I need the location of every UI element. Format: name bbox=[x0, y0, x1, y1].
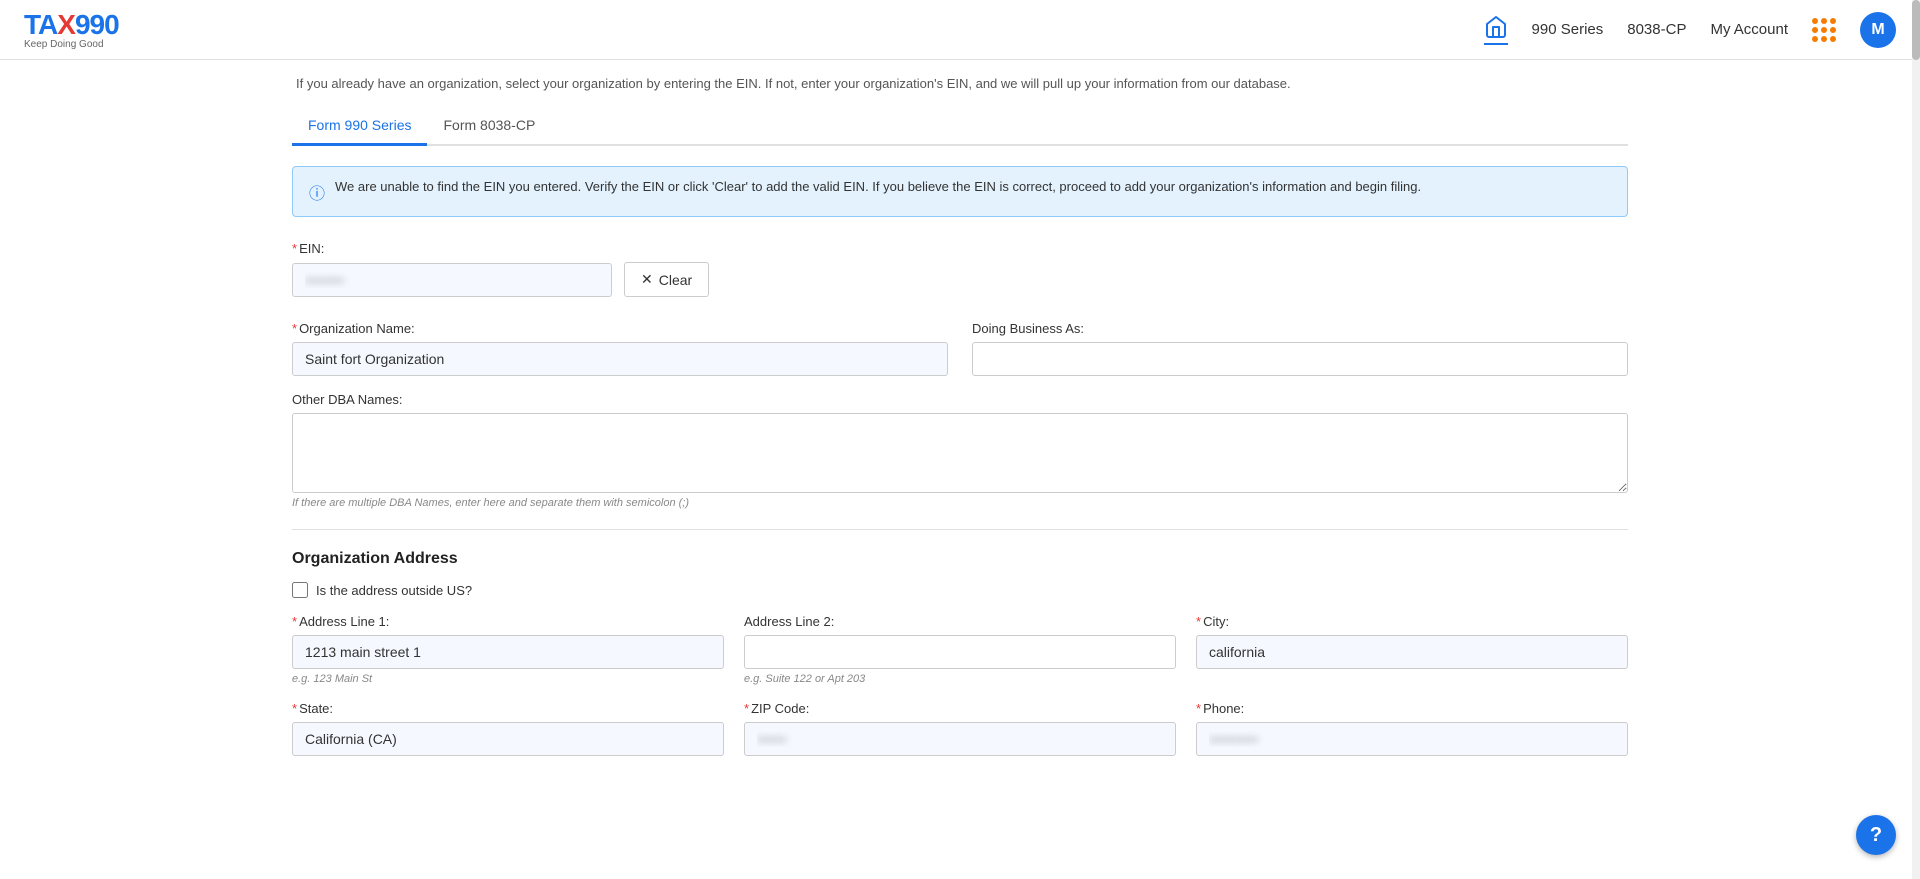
clear-button[interactable]: ✕ Clear bbox=[624, 262, 709, 297]
zip-input[interactable] bbox=[744, 722, 1176, 756]
city-input[interactable] bbox=[1196, 635, 1628, 669]
logo-tax: TA bbox=[24, 9, 57, 40]
address-title: Organization Address bbox=[292, 550, 1628, 568]
grid-dot bbox=[1821, 27, 1827, 33]
org-name-label: *Organization Name: bbox=[292, 321, 948, 336]
tab-8038-cp[interactable]: Form 8038-CP bbox=[427, 107, 551, 146]
grid-dot bbox=[1830, 18, 1836, 24]
8038-cp-nav-link[interactable]: 8038-CP bbox=[1627, 21, 1686, 38]
ein-input[interactable] bbox=[292, 263, 612, 297]
apps-grid-icon[interactable] bbox=[1812, 18, 1836, 42]
address1-label: *Address Line 1: bbox=[292, 614, 724, 629]
logo-tagline: Keep Doing Good bbox=[24, 39, 104, 50]
grid-dot bbox=[1812, 27, 1818, 33]
logo-text: TAX990 bbox=[24, 9, 119, 41]
grid-dot bbox=[1812, 18, 1818, 24]
dba-group: Doing Business As: bbox=[972, 321, 1628, 376]
address1-group: *Address Line 1: e.g. 123 Main St bbox=[292, 614, 724, 685]
address2-label: Address Line 2: bbox=[744, 614, 1176, 629]
info-icon: ⓘ bbox=[309, 180, 325, 204]
990-series-nav-link[interactable]: 990 Series bbox=[1532, 21, 1604, 38]
dba-input[interactable] bbox=[972, 342, 1628, 376]
grid-dot bbox=[1812, 36, 1818, 42]
dba-hint: If there are multiple DBA Names, enter h… bbox=[292, 497, 1628, 509]
required-star: * bbox=[292, 241, 297, 256]
x-icon: ✕ bbox=[641, 271, 653, 288]
phone-input[interactable] bbox=[1196, 722, 1628, 756]
header-nav: 990 Series 8038-CP My Account M bbox=[1484, 12, 1896, 48]
address1-hint: e.g. 123 Main St bbox=[292, 673, 724, 685]
grid-dot bbox=[1830, 27, 1836, 33]
address2-group: Address Line 2: e.g. Suite 122 or Apt 20… bbox=[744, 614, 1176, 685]
outside-us-row: Is the address outside US? bbox=[292, 582, 1628, 598]
org-name-input[interactable] bbox=[292, 342, 948, 376]
home-nav-icon[interactable] bbox=[1484, 15, 1508, 45]
tab-990-series[interactable]: Form 990 Series bbox=[292, 107, 427, 146]
alert-box: ⓘ We are unable to find the EIN you ente… bbox=[292, 166, 1628, 217]
state-label: *State: bbox=[292, 701, 724, 716]
org-name-group: *Organization Name: bbox=[292, 321, 948, 376]
address2-hint: e.g. Suite 122 or Apt 203 bbox=[744, 673, 1176, 685]
address-grid-row1: *Address Line 1: e.g. 123 Main St Addres… bbox=[292, 614, 1628, 685]
address2-input[interactable] bbox=[744, 635, 1176, 669]
zip-group: *ZIP Code: bbox=[744, 701, 1176, 756]
other-dba-group: Other DBA Names: If there are multiple D… bbox=[292, 392, 1628, 509]
address-section: Organization Address Is the address outs… bbox=[292, 550, 1628, 756]
other-dba-textarea[interactable] bbox=[292, 413, 1628, 493]
main-content: If you already have an organization, sel… bbox=[260, 60, 1660, 812]
outside-us-checkbox[interactable] bbox=[292, 582, 308, 598]
state-input[interactable] bbox=[292, 722, 724, 756]
ein-label: *EIN: bbox=[292, 241, 1628, 256]
ein-section: *EIN: ✕ Clear bbox=[292, 241, 1628, 297]
info-bar: If you already have an organization, sel… bbox=[292, 76, 1628, 91]
other-dba-label: Other DBA Names: bbox=[292, 392, 1628, 407]
header: TAX990 Keep Doing Good 990 Series 8038-C… bbox=[0, 0, 1920, 60]
logo: TAX990 Keep Doing Good bbox=[24, 9, 119, 50]
city-label: *City: bbox=[1196, 614, 1628, 629]
grid-dot bbox=[1821, 36, 1827, 42]
logo-990: 990 bbox=[75, 9, 119, 40]
alert-message: We are unable to find the EIN you entere… bbox=[335, 179, 1421, 194]
ein-row: ✕ Clear bbox=[292, 262, 1628, 297]
grid-dot bbox=[1821, 18, 1827, 24]
city-group: *City: bbox=[1196, 614, 1628, 685]
phone-group: *Phone: bbox=[1196, 701, 1628, 756]
dba-label: Doing Business As: bbox=[972, 321, 1628, 336]
scrollbar-thumb[interactable] bbox=[1912, 0, 1920, 60]
section-divider bbox=[292, 529, 1628, 530]
address-grid-row2: *State: *ZIP Code: *Phone: bbox=[292, 701, 1628, 756]
phone-label: *Phone: bbox=[1196, 701, 1628, 716]
logo-x: X bbox=[57, 9, 75, 40]
state-group: *State: bbox=[292, 701, 724, 756]
form-tabs: Form 990 Series Form 8038-CP bbox=[292, 107, 1628, 146]
org-name-row: *Organization Name: Doing Business As: bbox=[292, 321, 1628, 376]
address1-input[interactable] bbox=[292, 635, 724, 669]
help-button[interactable]: ? bbox=[1856, 815, 1896, 855]
user-avatar[interactable]: M bbox=[1860, 12, 1896, 48]
grid-dot bbox=[1830, 36, 1836, 42]
my-account-nav-link[interactable]: My Account bbox=[1710, 21, 1788, 38]
scrollbar[interactable] bbox=[1912, 0, 1920, 879]
home-icon bbox=[1484, 15, 1508, 39]
outside-us-label: Is the address outside US? bbox=[316, 583, 472, 598]
zip-label: *ZIP Code: bbox=[744, 701, 1176, 716]
